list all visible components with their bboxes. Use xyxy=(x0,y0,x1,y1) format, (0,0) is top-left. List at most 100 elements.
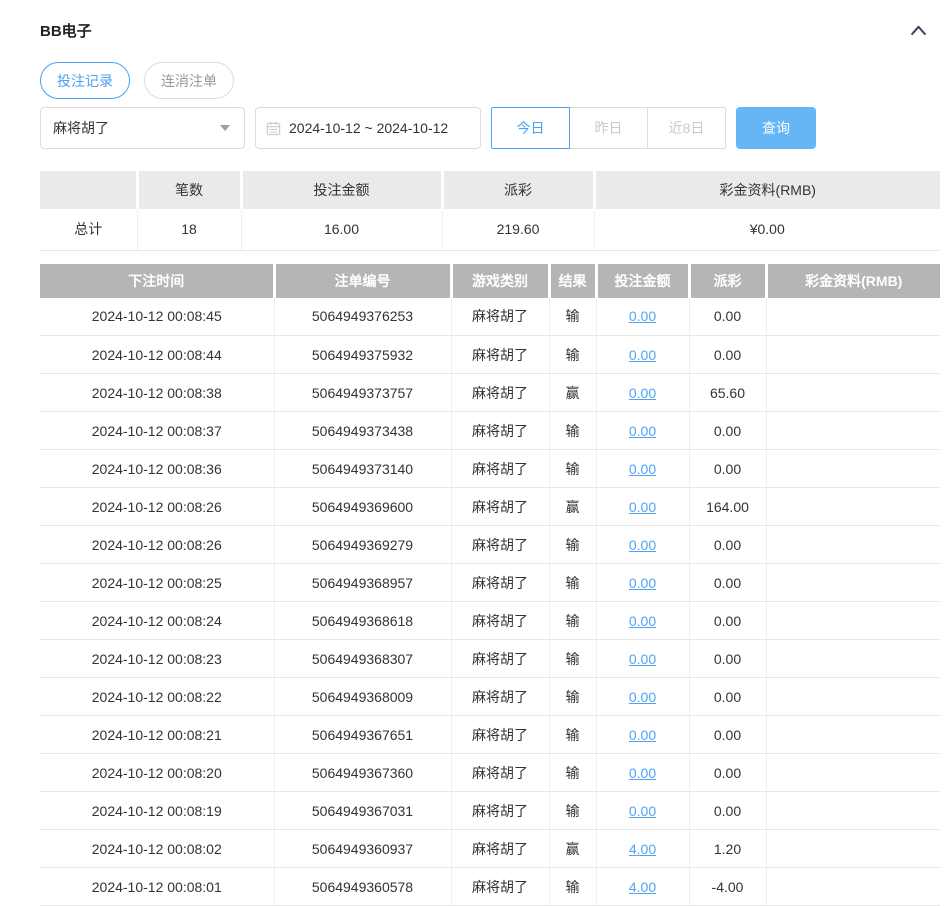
cell-result: 输 xyxy=(549,450,596,488)
cell-order-number: 5064949368618 xyxy=(274,602,451,640)
cell-bonus xyxy=(766,602,940,640)
today-button[interactable]: 今日 xyxy=(491,107,570,149)
cell-bet-amount: 0.00 xyxy=(596,678,689,716)
cell-payout: -4.00 xyxy=(689,868,766,906)
cell-bet-amount: 0.00 xyxy=(596,716,689,754)
tab-bar: 投注记录 连消注单 xyxy=(40,62,940,99)
table-row: 2024-10-12 00:08:26 5064949369600 麻将胡了 赢… xyxy=(40,488,940,526)
cell-order-number: 5064949360937 xyxy=(274,830,451,868)
game-select-value: 麻将胡了 xyxy=(53,118,109,138)
cell-bet-time: 2024-10-12 00:08:38 xyxy=(40,374,274,412)
cell-game-type: 麻将胡了 xyxy=(451,678,549,716)
bet-amount-link[interactable]: 0.00 xyxy=(629,727,656,743)
cell-bet-time: 2024-10-12 00:08:45 xyxy=(40,298,274,336)
table-row: 2024-10-12 00:08:24 5064949368618 麻将胡了 输… xyxy=(40,602,940,640)
summary-total-bet-amount: 16.00 xyxy=(241,209,442,250)
cell-order-number: 5064949368307 xyxy=(274,640,451,678)
bet-amount-link[interactable]: 0.00 xyxy=(629,308,656,324)
cell-bonus xyxy=(766,526,940,564)
header-bet-amount: 投注金额 xyxy=(596,264,689,298)
cell-result: 输 xyxy=(549,602,596,640)
bet-records-panel: BB电子 投注记录 连消注单 麻将胡了 2024-10-12 ~ 2024-10… xyxy=(0,0,952,906)
game-select[interactable]: 麻将胡了 xyxy=(40,107,245,149)
cell-game-type: 麻将胡了 xyxy=(451,412,549,450)
bet-amount-link[interactable]: 0.00 xyxy=(629,499,656,515)
header-result: 结果 xyxy=(549,264,596,298)
header-payout: 派彩 xyxy=(689,264,766,298)
bet-amount-link[interactable]: 0.00 xyxy=(629,461,656,477)
calendar-icon xyxy=(266,121,281,136)
summary-total-payout: 219.60 xyxy=(442,209,594,250)
cell-payout: 0.00 xyxy=(689,450,766,488)
cell-result: 输 xyxy=(549,526,596,564)
bet-amount-link[interactable]: 0.00 xyxy=(629,537,656,553)
cell-bonus xyxy=(766,336,940,374)
cell-result: 输 xyxy=(549,640,596,678)
summary-total-count: 18 xyxy=(137,209,241,250)
cell-game-type: 麻将胡了 xyxy=(451,526,549,564)
cell-result: 输 xyxy=(549,678,596,716)
cell-bet-amount: 4.00 xyxy=(596,830,689,868)
cell-bet-amount: 0.00 xyxy=(596,412,689,450)
cell-bet-amount: 0.00 xyxy=(596,336,689,374)
cell-bet-time: 2024-10-12 00:08:26 xyxy=(40,526,274,564)
bet-amount-link[interactable]: 0.00 xyxy=(629,803,656,819)
cell-result: 输 xyxy=(549,792,596,830)
cell-order-number: 5064949368957 xyxy=(274,564,451,602)
yesterday-button[interactable]: 昨日 xyxy=(569,107,648,149)
cell-result: 赢 xyxy=(549,374,596,412)
date-range-input[interactable]: 2024-10-12 ~ 2024-10-12 xyxy=(255,107,481,149)
bet-amount-link[interactable]: 0.00 xyxy=(629,347,656,363)
cell-bonus xyxy=(766,488,940,526)
table-row: 2024-10-12 00:08:19 5064949367031 麻将胡了 输… xyxy=(40,792,940,830)
bet-amount-link[interactable]: 0.00 xyxy=(629,689,656,705)
cell-payout: 164.00 xyxy=(689,488,766,526)
table-row: 2024-10-12 00:08:36 5064949373140 麻将胡了 输… xyxy=(40,450,940,488)
cell-bonus xyxy=(766,678,940,716)
cell-bet-amount: 0.00 xyxy=(596,640,689,678)
bet-amount-link[interactable]: 0.00 xyxy=(629,575,656,591)
cell-order-number: 5064949360578 xyxy=(274,868,451,906)
bet-amount-link[interactable]: 0.00 xyxy=(629,423,656,439)
tab-cancelled-orders[interactable]: 连消注单 xyxy=(144,62,234,99)
cell-game-type: 麻将胡了 xyxy=(451,564,549,602)
cell-game-type: 麻将胡了 xyxy=(451,716,549,754)
cell-payout: 0.00 xyxy=(689,716,766,754)
cell-bet-amount: 0.00 xyxy=(596,754,689,792)
table-row: 2024-10-12 00:08:22 5064949368009 麻将胡了 输… xyxy=(40,678,940,716)
cell-order-number: 5064949373438 xyxy=(274,412,451,450)
collapse-button[interactable] xyxy=(907,21,930,39)
header-game-type: 游戏类别 xyxy=(451,264,549,298)
table-row: 2024-10-12 00:08:25 5064949368957 麻将胡了 输… xyxy=(40,564,940,602)
cell-bet-time: 2024-10-12 00:08:01 xyxy=(40,868,274,906)
search-button[interactable]: 查询 xyxy=(736,107,816,149)
cell-bet-amount: 0.00 xyxy=(596,792,689,830)
header-bonus: 彩金资料(RMB) xyxy=(766,264,940,298)
header-order-number: 注单编号 xyxy=(274,264,451,298)
bet-amount-link[interactable]: 0.00 xyxy=(629,385,656,401)
cell-bonus xyxy=(766,564,940,602)
table-row: 2024-10-12 00:08:20 5064949367360 麻将胡了 输… xyxy=(40,754,940,792)
table-row: 2024-10-12 00:08:44 5064949375932 麻将胡了 输… xyxy=(40,336,940,374)
summary-header-count: 笔数 xyxy=(137,171,241,209)
cell-order-number: 5064949373757 xyxy=(274,374,451,412)
bet-amount-link[interactable]: 0.00 xyxy=(629,651,656,667)
cell-bonus xyxy=(766,298,940,336)
last-8-days-button[interactable]: 近8日 xyxy=(647,107,726,149)
cell-payout: 65.60 xyxy=(689,374,766,412)
cell-order-number: 5064949367031 xyxy=(274,792,451,830)
cell-result: 输 xyxy=(549,336,596,374)
cell-bet-amount: 0.00 xyxy=(596,602,689,640)
cell-payout: 0.00 xyxy=(689,526,766,564)
cell-payout: 0.00 xyxy=(689,754,766,792)
cell-bet-time: 2024-10-12 00:08:22 xyxy=(40,678,274,716)
summary-header-bonus: 彩金资料(RMB) xyxy=(594,171,940,209)
bet-amount-link[interactable]: 4.00 xyxy=(629,879,656,895)
records-table: 下注时间 注单编号 游戏类别 结果 投注金额 派彩 彩金资料(RMB) 2024… xyxy=(40,264,940,906)
cell-bonus xyxy=(766,640,940,678)
bet-amount-link[interactable]: 4.00 xyxy=(629,841,656,857)
bet-amount-link[interactable]: 0.00 xyxy=(629,765,656,781)
bet-amount-link[interactable]: 0.00 xyxy=(629,613,656,629)
tab-bet-records[interactable]: 投注记录 xyxy=(40,62,130,99)
table-row: 2024-10-12 00:08:23 5064949368307 麻将胡了 输… xyxy=(40,640,940,678)
